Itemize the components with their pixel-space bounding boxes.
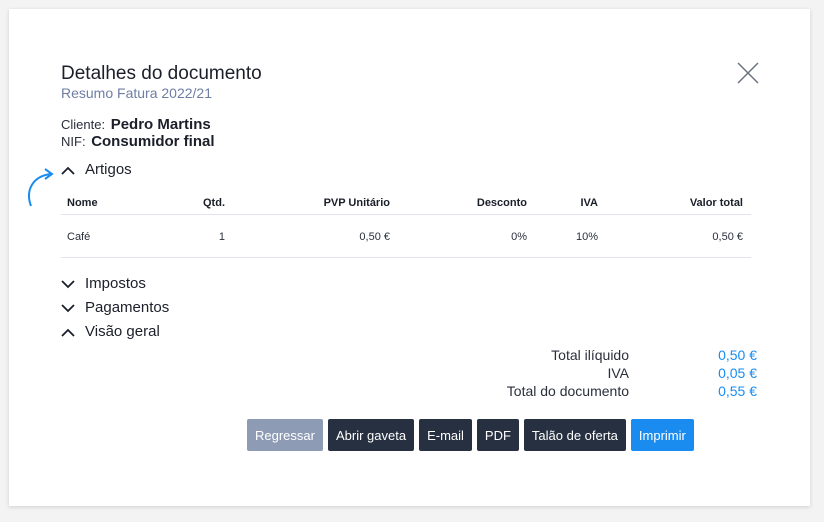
client-label: Cliente:	[61, 117, 106, 132]
dialog-subtitle: Resumo Fatura 2022/21	[61, 85, 212, 101]
total-label: Total do documento	[506, 383, 629, 399]
chevron-down-icon	[61, 279, 75, 288]
total-label: Total ilíquido	[551, 347, 629, 363]
header-nome: Nome	[67, 197, 98, 209]
header-valor-total: Valor total	[689, 197, 743, 209]
items-table: Nome Qtd. PVP Unitário Desconto IVA Valo…	[61, 190, 751, 258]
header-pvp: PVP Unitário	[323, 197, 390, 209]
section-pagamentos[interactable]: Pagamentos	[61, 299, 169, 316]
total-value: 0,50 €	[718, 347, 757, 363]
section-impostos-label: Impostos	[85, 275, 146, 292]
imprimir-button[interactable]: Imprimir	[630, 419, 694, 451]
talao-oferta-button[interactable]: Talão de oferta	[523, 419, 626, 451]
cell-iva: 10%	[575, 231, 598, 243]
header-iva: IVA	[580, 197, 598, 209]
regressar-button[interactable]: Regressar	[247, 419, 323, 451]
nif-label: NIF:	[61, 134, 86, 149]
total-row-documento: Total do documento 0,55 €	[439, 383, 759, 401]
document-details-dialog: Detalhes do documento Resumo Fatura 2022…	[9, 9, 810, 506]
client-name: Pedro Martins	[110, 116, 211, 133]
section-visao-geral-label: Visão geral	[85, 323, 160, 340]
cell-qtd: 1	[218, 231, 225, 243]
dialog-title: Detalhes do documento	[61, 63, 262, 84]
cell-nome: Café	[67, 231, 91, 243]
curved-arrow-icon	[28, 168, 54, 207]
abrir-gaveta-button[interactable]: Abrir gaveta	[327, 419, 415, 451]
header-desconto: Desconto	[476, 197, 527, 209]
table-header: Nome Qtd. PVP Unitário Desconto IVA Valo…	[61, 190, 751, 215]
client-row: Cliente: Pedro Martins	[61, 116, 211, 133]
total-row-iliquido: Total ilíquido 0,50 €	[439, 347, 759, 365]
cell-pvp: 0,50 €	[359, 231, 390, 243]
section-pagamentos-label: Pagamentos	[85, 299, 170, 316]
close-icon[interactable]	[736, 61, 760, 85]
total-value: 0,05 €	[718, 365, 757, 381]
action-buttons: Regressar Abrir gaveta E-mail PDF Talão …	[247, 419, 694, 451]
section-visao-geral[interactable]: Visão geral	[61, 323, 160, 340]
cell-desconto: 0%	[511, 231, 527, 243]
total-row-iva: IVA 0,05 €	[439, 365, 759, 383]
chevron-down-icon	[61, 303, 75, 312]
total-value: 0,55 €	[718, 383, 757, 399]
nif-value: Consumidor final	[91, 133, 215, 150]
section-impostos[interactable]: Impostos	[61, 275, 146, 292]
section-artigos-label: Artigos	[85, 161, 132, 178]
header-qtd: Qtd.	[203, 197, 225, 209]
email-button[interactable]: E-mail	[419, 419, 472, 451]
nif-row: NIF: Consumidor final	[61, 133, 215, 150]
table-row: Café 1 0,50 € 0% 10% 0,50 €	[61, 215, 751, 258]
section-artigos[interactable]: Artigos	[61, 161, 132, 178]
total-label: IVA	[607, 365, 629, 381]
totals-summary: Total ilíquido 0,50 € IVA 0,05 € Total d…	[439, 347, 759, 401]
pdf-button[interactable]: PDF	[476, 419, 519, 451]
chevron-up-icon	[61, 328, 75, 337]
cell-valor-total: 0,50 €	[712, 231, 743, 243]
chevron-up-icon	[61, 166, 75, 175]
